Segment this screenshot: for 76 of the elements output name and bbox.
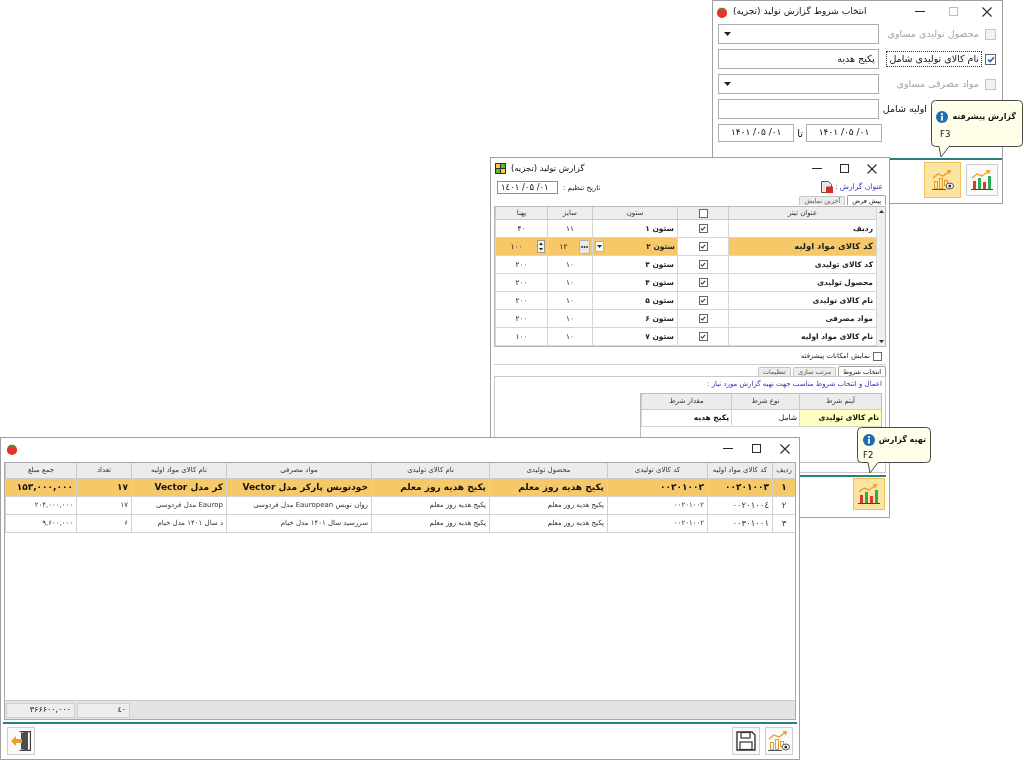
- spinner-icon[interactable]: [537, 240, 545, 253]
- info-icon: [862, 434, 875, 446]
- shortcut-text: F3: [940, 128, 951, 141]
- document-icon: [820, 181, 833, 193]
- date-field[interactable]: ۱۴۰۱ /۰۵ /۰۱: [806, 124, 882, 142]
- window-title: انتخاب شروط گزارش تولید (تجزیه): [733, 4, 867, 18]
- tomato-icon: [716, 5, 728, 18]
- scrollbar[interactable]: [876, 207, 885, 346]
- field-label: مواد مصرفی مساوی: [895, 77, 980, 91]
- table-cell: ۳: [772, 515, 795, 533]
- table-cell: ۰۰۳۰۱۰۰۱: [707, 515, 772, 533]
- caret-icon[interactable]: [595, 241, 604, 252]
- tooltip-title: گزارش پیشرفته: [952, 111, 1016, 123]
- checkbox[interactable]: [873, 352, 882, 361]
- bar-chart-icon: [971, 170, 993, 190]
- down-arrow-icon[interactable]: [878, 340, 884, 343]
- table-cell: پکیج هدیه روز معلم: [371, 479, 489, 497]
- table-cell: ۲: [772, 497, 795, 515]
- checkbox[interactable]: [698, 242, 708, 251]
- ellipsis-icon: [581, 245, 588, 248]
- total-cell: ٤٠: [77, 702, 130, 718]
- checkbox[interactable]: [698, 208, 708, 218]
- ellipsis-button[interactable]: [579, 239, 590, 254]
- info-icon: [936, 111, 949, 123]
- field-label: نام کالای تولیدی شامل: [886, 51, 982, 67]
- table-cell: ۱۵۳,۰۰۰,۰۰۰: [5, 479, 76, 497]
- dropdown-field[interactable]: [718, 74, 879, 94]
- table-cell: خودنویس پارکر مدل Vector: [226, 479, 371, 497]
- table-cell: پکیج هدیه روز معلم: [489, 479, 607, 497]
- maximize-icon[interactable]: [840, 164, 849, 173]
- checkbox[interactable]: [698, 260, 708, 269]
- date-field[interactable]: ۱۴۰۱ /۰۵ /۰۱: [718, 124, 795, 142]
- exit-button[interactable]: [7, 727, 35, 755]
- advanced-report-button[interactable]: [765, 727, 793, 755]
- close-icon[interactable]: [780, 443, 790, 454]
- report-button[interactable]: [966, 164, 998, 196]
- text-field[interactable]: [718, 99, 879, 119]
- checkbox[interactable]: [698, 332, 708, 341]
- table-cell: ۰۰۲۰۱۰۰٤: [707, 497, 772, 515]
- close-icon[interactable]: [867, 163, 877, 174]
- tooltip-title: تهیه گزارش: [878, 434, 926, 446]
- checkbox[interactable]: [698, 278, 708, 287]
- bar-chart-with-eye-icon: [768, 731, 790, 751]
- text-field[interactable]: پکیج هدیه: [718, 49, 879, 69]
- window-title: گزارش تولید (تجزیه): [511, 162, 585, 175]
- checkbox[interactable]: [698, 314, 708, 323]
- bar-chart-with-eye-icon: [931, 170, 954, 190]
- table-cell: ۱۷: [76, 479, 131, 497]
- checkbox[interactable]: [698, 224, 708, 233]
- save-icon: [736, 731, 756, 751]
- checkbox[interactable]: [985, 53, 996, 65]
- field-label: محصول تولیدی مساوی: [886, 27, 980, 41]
- exit-door-icon: [11, 730, 31, 752]
- total-cell: ۳۶۶۶۰۰,۰۰۰: [6, 702, 75, 718]
- advanced-report-button[interactable]: [924, 162, 961, 198]
- maximize-icon[interactable]: [752, 444, 761, 453]
- app-icon: [495, 163, 506, 174]
- field-label: اولیه شامل: [881, 102, 928, 116]
- table-cell: ۱: [772, 479, 795, 497]
- shortcut-text: F2: [863, 449, 874, 462]
- caret-icon[interactable]: [724, 32, 731, 36]
- date-field[interactable]: ۱٤۰۱ /۰۵ /۰۱: [497, 180, 558, 194]
- report-button[interactable]: [853, 478, 885, 510]
- table-cell: ۰۰۲۰۱۰۰۳: [707, 479, 772, 497]
- checkbox[interactable]: [698, 296, 708, 305]
- table-cell: کد کالای مواد اولیه: [728, 238, 876, 256]
- close-icon[interactable]: [982, 6, 992, 17]
- dropdown-field[interactable]: [718, 24, 879, 44]
- caret-icon[interactable]: [724, 82, 731, 86]
- date-separator: تا: [797, 126, 803, 141]
- tomato-icon: [6, 442, 18, 455]
- table-cell: ۰۰۲۰۱۰۰۲: [607, 479, 707, 497]
- table-cell: کر مدل Vector: [131, 479, 226, 497]
- bar-chart-icon: [858, 484, 880, 504]
- save-button[interactable]: [732, 727, 760, 755]
- up-arrow-icon[interactable]: [878, 210, 884, 213]
